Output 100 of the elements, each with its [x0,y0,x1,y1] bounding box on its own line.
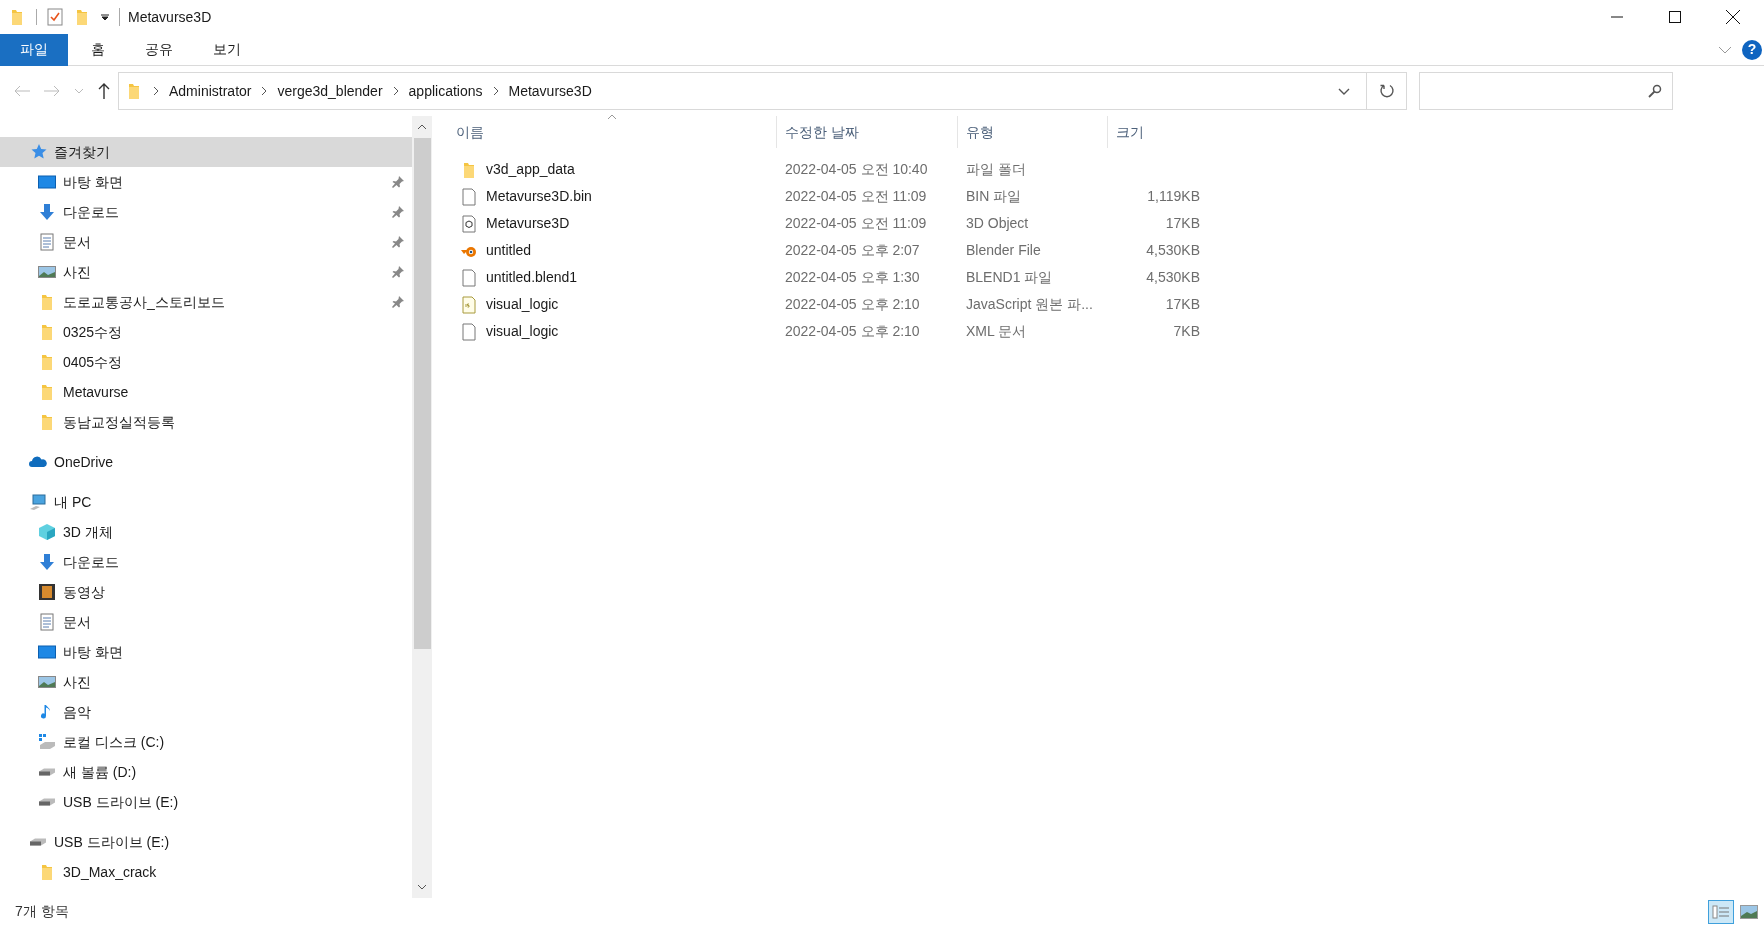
nav-item[interactable]: 동남교정실적등록 [0,407,412,437]
column-header[interactable]: 크기 [1108,116,1208,148]
nav-label: 음악 [63,702,92,722]
scrollbar[interactable] [412,116,432,898]
nav-label: 문서 [63,612,92,632]
nav-item[interactable]: USB 드라이브 (E:) [0,787,412,817]
nav-label: 0405수정 [63,352,124,372]
close-icon [1726,10,1740,24]
chevron-down-icon[interactable] [1338,87,1350,95]
monitor-icon [38,643,56,661]
picture-icon [38,673,56,691]
nav-item[interactable]: 즐겨찾기 [0,137,412,167]
file-row[interactable]: visual_logic 2022-04-05 오후 2:10 XML 문서 7KB [448,318,1764,345]
size-cell-text: 17KB [1164,214,1201,233]
type-cell-text: JavaScript 원본 파... [965,295,1094,314]
chevron-right-icon[interactable] [261,86,268,96]
nav-label: 즐겨찾기 [54,142,111,162]
monitor-icon [38,173,56,191]
checkmark-document-icon[interactable] [47,8,63,26]
type-cell-text: BLEND1 파일 [965,268,1054,287]
film-icon [38,583,56,601]
file-row[interactable]: visual_logic 2022-04-05 오후 2:10 JavaScript 원본 파... 17KB [448,291,1764,318]
down-arrow-icon [38,203,56,221]
cube-file-icon [460,214,478,233]
nav-label: Metavurse [63,382,130,402]
address-bar[interactable]: Administrator verge3d_blender applications Metavurse3D [118,72,1407,110]
nav-label: 다운로드 [63,202,120,222]
window-title: Metavurse3D [128,7,212,27]
breadcrumb[interactable]: applications [408,80,483,102]
details-view-button[interactable] [1708,899,1734,924]
ribbon-tab[interactable]: 공유 [128,33,190,66]
nav-item[interactable]: Metavurse [0,377,412,407]
scroll-up-icon[interactable] [417,124,427,130]
nav-item[interactable]: OneDrive [0,447,412,477]
nav-item[interactable]: 도로교통공사_스토리보드 [0,287,412,317]
nav-label: USB 드라이브 (E:) [63,792,180,812]
maximize-icon [1669,11,1681,23]
scroll-down-icon[interactable] [417,884,427,890]
nav-item[interactable]: 음악 [0,697,412,727]
nav-item[interactable]: 내 PC [0,487,412,517]
nav-item[interactable]: 다운로드 [0,197,412,227]
file-name: Metavurse3D [486,214,570,233]
ribbon-tab[interactable]: 홈 [74,33,122,66]
drive-icon [38,733,56,751]
file-icon [460,322,478,341]
column-header[interactable]: 유형 [958,116,1108,148]
type-cell-text: BIN 파일 [965,187,1023,206]
nav-item[interactable]: 로컬 디스크 (C:) [0,727,412,757]
type-cell-text: 3D Object [965,214,1030,233]
cube-icon [38,523,56,541]
nav-item[interactable]: 바탕 화면 [0,167,412,197]
nav-label: USB 드라이브 (E:) [54,832,171,852]
help-button[interactable]: ? [1742,39,1762,60]
nav-item[interactable]: 문서 [0,607,412,637]
file-name: untitled [486,241,532,260]
nav-item[interactable]: 동영상 [0,577,412,607]
up-arrow-icon[interactable] [98,83,110,99]
nav-item[interactable]: 바탕 화면 [0,637,412,667]
date-cell-text: 2022-04-05 오후 2:07 [784,241,921,260]
nav-item[interactable]: 3D_Max_crack [0,857,412,887]
search-field[interactable] [1419,72,1673,110]
file-name: untitled.blend1 [486,268,578,287]
nav-item[interactable]: 문서 [0,227,412,257]
nav-item[interactable]: 3D 개체 [0,517,412,547]
ribbon-tab[interactable]: 보기 [196,33,258,66]
chevron-right-icon[interactable] [153,86,159,96]
file-row[interactable]: untitled 2022-04-05 오후 2:07 Blender File 4,530KB [448,237,1764,264]
nav-item[interactable]: USB 드라이브 (E:) [0,827,412,857]
size-cell-text: 4,530KB [1145,268,1201,287]
column-header[interactable]: 수정한 날짜 [777,116,958,148]
breadcrumb[interactable]: Metavurse3D [508,80,592,102]
nav-label: OneDrive [54,452,115,472]
date-cell-text: 2022-04-05 오전 11:09 [784,187,928,206]
star-icon [29,143,47,161]
size-cell-text: 7KB [1172,322,1201,341]
file-row[interactable]: Metavurse3D 2022-04-05 오전 11:09 3D Object 17KB [448,210,1764,237]
chevron-right-icon[interactable] [392,86,399,96]
script-file-icon [460,295,478,314]
breadcrumb[interactable]: verge3d_blender [277,80,383,102]
nav-item[interactable]: 새 볼륨 (D:) [0,757,412,787]
file-row[interactable]: untitled.blend1 2022-04-05 오후 1:30 BLEND1 파일 4,530KB [448,264,1764,291]
breadcrumb[interactable]: Administrator [169,80,252,102]
nav-label: 바탕 화면 [63,642,124,662]
nav-item[interactable]: 사진 [0,257,412,287]
drive-icon [29,838,47,846]
document-icon [38,233,56,251]
nav-item[interactable]: 0325수정 [0,317,412,347]
chevron-right-icon[interactable] [492,86,499,96]
column-header[interactable]: 이름 [448,116,777,148]
details-list-icon [1712,904,1730,919]
type-cell-text: Blender File [965,241,1042,260]
type-cell-text: XML 문서 [965,322,1028,341]
size-cell-text: 17KB [1164,295,1201,314]
nav-item[interactable]: 다운로드 [0,547,412,577]
file-row[interactable]: Metavurse3D.bin 2022-04-05 오전 11:09 BIN 파일 1,119KB [448,183,1764,210]
computer-icon [29,493,47,511]
nav-item[interactable]: 0405수정 [0,347,412,377]
nav-item[interactable]: 사진 [0,667,412,697]
file-row[interactable]: v3d_app_data 2022-04-05 오전 10:40 파일 폴더 [448,156,1764,183]
dropdown-caret-icon[interactable] [101,13,109,21]
